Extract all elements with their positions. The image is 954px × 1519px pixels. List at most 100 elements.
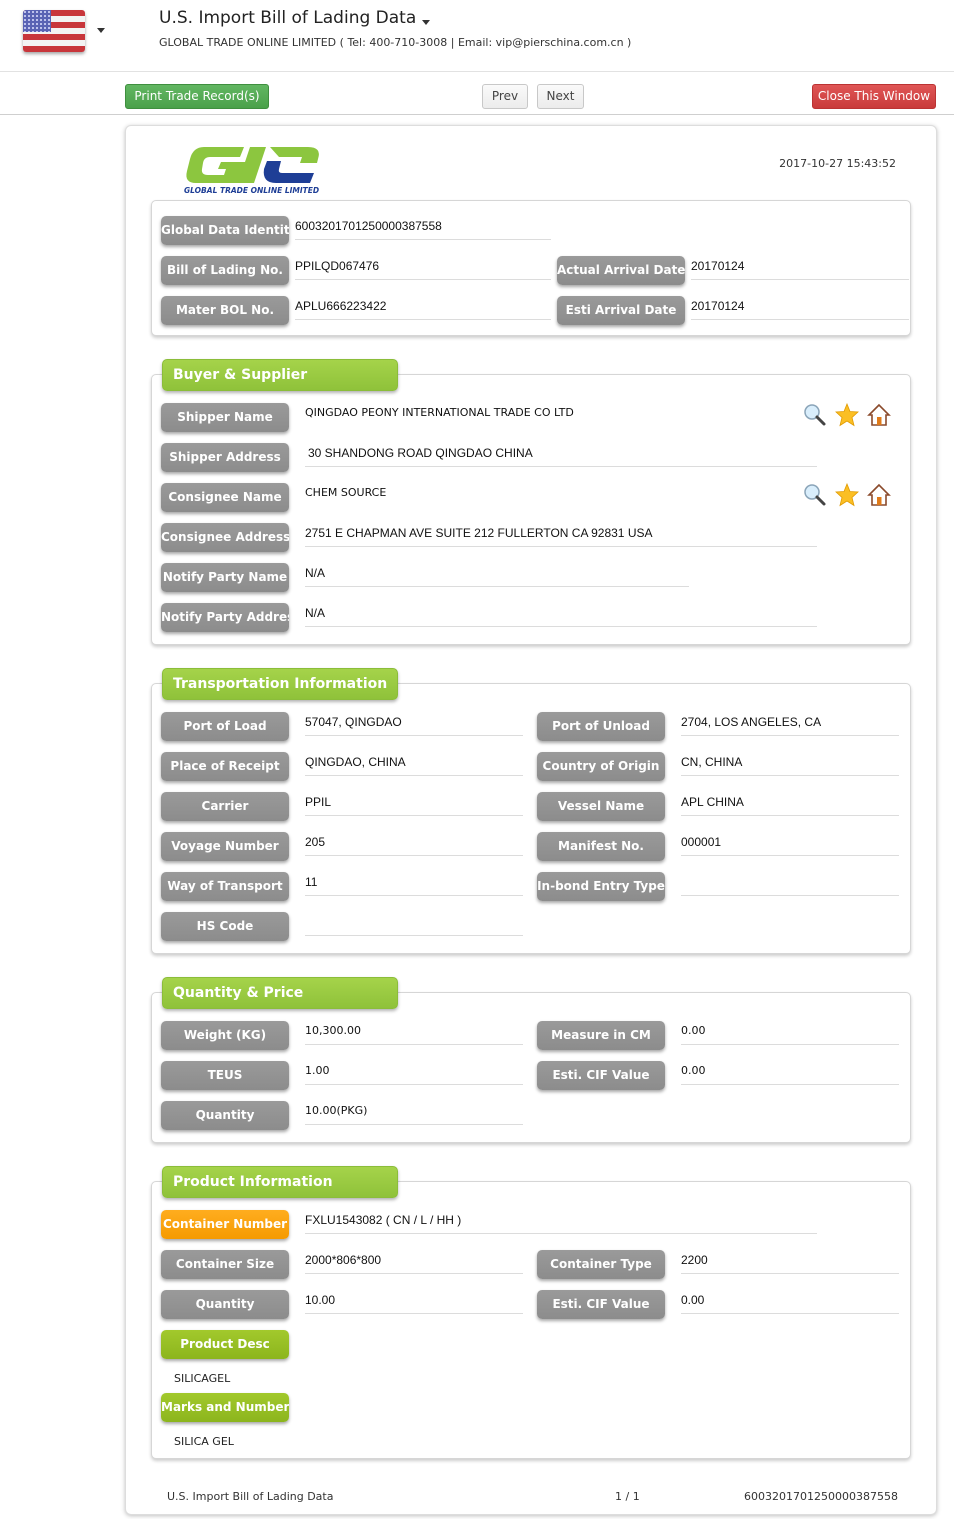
port-of-load-value: 57047, QINGDAO <box>305 712 523 736</box>
container-number-label: Container Number <box>161 1210 289 1239</box>
inbond-entry-type-value <box>681 872 899 896</box>
product-quantity-label: Quantity <box>161 1290 289 1319</box>
esti-arrival-date-value: 20170124 <box>691 296 909 320</box>
inbond-entry-type-label: In-bond Entry Type <box>537 872 665 901</box>
quantity-value: 10.00(PKG) <box>305 1101 523 1125</box>
print-trade-record-button[interactable]: Print Trade Record(s) <box>125 84 269 109</box>
summary-panel: Global Data Identity 6003201701250000387… <box>151 200 911 336</box>
buyer-supplier-panel: Buyer & Supplier Information Shipper Nam… <box>151 359 911 645</box>
voyage-number-value: 205 <box>305 832 523 856</box>
quantity-price-panel: Quantity & Price Information Weight (KG)… <box>151 977 911 1143</box>
consignee-name-value: CHEM SOURCE <box>305 486 387 499</box>
consignee-actions <box>803 482 891 507</box>
carrier-label: Carrier <box>161 792 289 821</box>
place-of-receipt-label: Place of Receipt <box>161 752 289 781</box>
product-quantity-value: 10.00 <box>305 1290 523 1314</box>
product-cif-value-value: 0.00 <box>681 1290 899 1314</box>
company-contact: GLOBAL TRADE ONLINE LIMITED ( Tel: 400-7… <box>159 36 632 49</box>
country-of-origin-label: Country of Origin <box>537 752 665 781</box>
product-panel: Product Information Container Number FXL… <box>151 1166 911 1459</box>
container-number-value: FXLU1543082 ( CN / L / HH ) <box>305 1210 817 1234</box>
global-data-identity-label: Global Data Identity <box>161 216 289 245</box>
shipper-actions <box>803 402 891 427</box>
next-button[interactable]: Next <box>537 84 584 109</box>
home-icon[interactable] <box>867 403 891 427</box>
star-icon[interactable] <box>835 482 859 507</box>
place-of-receipt-value: QINGDAO, CHINA <box>305 752 523 776</box>
page-title[interactable]: U.S. Import Bill of Lading Data <box>159 8 416 28</box>
way-of-transport-value: 11 <box>305 872 523 896</box>
product-desc-label: Product Desc <box>161 1330 289 1359</box>
notify-party-name-label: Notify Party Name <box>161 563 289 592</box>
carrier-value: PPIL <box>305 792 523 816</box>
mater-bol-value: APLU666223422 <box>295 296 551 320</box>
marks-numbers-value: SILICA GEL <box>174 1435 234 1448</box>
flag-canton <box>23 10 51 32</box>
notify-party-address-value: N/A <box>305 603 817 627</box>
way-of-transport-label: Way of Transport <box>161 872 289 901</box>
logo-text: GLOBAL TRADE ONLINE LIMITED <box>184 186 319 195</box>
esti-arrival-date-label: Esti Arrival Date <box>557 296 685 325</box>
cif-value-value: 0.00 <box>681 1061 899 1085</box>
container-type-label: Container Type <box>537 1250 665 1279</box>
actual-arrival-date-value: 20170124 <box>691 256 909 280</box>
manifest-no-value: 000001 <box>681 832 899 856</box>
measure-label: Measure in CM <box>537 1021 665 1050</box>
container-type-value: 2200 <box>681 1250 899 1274</box>
home-icon[interactable] <box>867 483 891 507</box>
quantity-label: Quantity <box>161 1101 289 1130</box>
weight-label: Weight (KG) <box>161 1021 289 1050</box>
notify-party-address-label: Notify Party Address <box>161 603 289 632</box>
section-title-transportation: Transportation Information <box>162 668 398 700</box>
us-flag-icon[interactable] <box>23 10 85 52</box>
teus-value: 1.00 <box>305 1061 523 1085</box>
vessel-name-value: APL CHINA <box>681 792 899 816</box>
prev-button[interactable]: Prev <box>482 84 528 109</box>
global-data-identity-value: 6003201701250000387558 <box>295 216 551 240</box>
chevron-down-icon[interactable] <box>97 28 105 33</box>
port-of-unload-value: 2704, LOS ANGELES, CA <box>681 712 899 736</box>
port-of-load-label: Port of Load <box>161 712 289 741</box>
star-icon[interactable] <box>835 402 859 427</box>
hs-code-value <box>305 912 523 936</box>
shipper-address-label: Shipper Address <box>161 443 289 472</box>
section-title-buyer-supplier: Buyer & Supplier Information <box>162 359 398 413</box>
record-card: GLOBAL TRADE ONLINE LIMITED 2017-10-27 1… <box>125 125 937 1515</box>
cif-value-label: Esti. CIF Value <box>537 1061 665 1090</box>
country-of-origin-value: CN, CHINA <box>681 752 899 776</box>
consignee-address-label: Consignee Address <box>161 523 289 552</box>
hs-code-label: HS Code <box>161 912 289 941</box>
manifest-no-label: Manifest No. <box>537 832 665 861</box>
footer-page: 1 / 1 <box>615 1490 640 1503</box>
product-desc-value: SILICAGEL <box>174 1372 231 1385</box>
search-icon[interactable] <box>803 483 827 507</box>
teus-label: TEUS <box>161 1061 289 1090</box>
search-icon[interactable] <box>803 403 827 427</box>
footer-title: U.S. Import Bill of Lading Data <box>167 1490 334 1503</box>
footer-identity: 6003201701250000387558 <box>744 1490 898 1503</box>
shipper-name-value: QINGDAO PEONY INTERNATIONAL TRADE CO LTD <box>305 406 574 419</box>
toolbar: Print Trade Record(s) Prev Next Close Th… <box>0 73 954 115</box>
consignee-address-value: 2751 E CHAPMAN AVE SUITE 212 FULLERTON C… <box>305 523 817 547</box>
vessel-name-label: Vessel Name <box>537 792 665 821</box>
measure-value: 0.00 <box>681 1021 899 1045</box>
top-header: U.S. Import Bill of Lading Data GLOBAL T… <box>0 0 954 72</box>
close-window-button[interactable]: Close This Window <box>812 84 936 109</box>
weight-value: 10,300.00 <box>305 1021 523 1045</box>
port-of-unload-label: Port of Unload <box>537 712 665 741</box>
container-size-label: Container Size <box>161 1250 289 1279</box>
voyage-number-label: Voyage Number <box>161 832 289 861</box>
mater-bol-label: Mater BOL No. <box>161 296 289 325</box>
bill-of-lading-label: Bill of Lading No. <box>161 256 289 285</box>
bill-of-lading-value: PPILQD067476 <box>295 256 551 280</box>
section-title-quantity-price: Quantity & Price Information <box>162 977 398 1031</box>
gto-logo: GLOBAL TRADE ONLINE LIMITED <box>184 147 319 195</box>
marks-numbers-label: Marks and Numbers <box>161 1393 289 1422</box>
chevron-down-icon[interactable] <box>422 20 430 25</box>
product-cif-value-label: Esti. CIF Value <box>537 1290 665 1319</box>
timestamp: 2017-10-27 15:43:52 <box>779 157 896 170</box>
shipper-name-label: Shipper Name <box>161 403 289 432</box>
consignee-name-label: Consignee Name <box>161 483 289 512</box>
transportation-panel: Transportation Information Port of Load … <box>151 668 911 954</box>
shipper-address-value: 30 SHANDONG ROAD QINGDAO CHINA <box>305 443 817 467</box>
